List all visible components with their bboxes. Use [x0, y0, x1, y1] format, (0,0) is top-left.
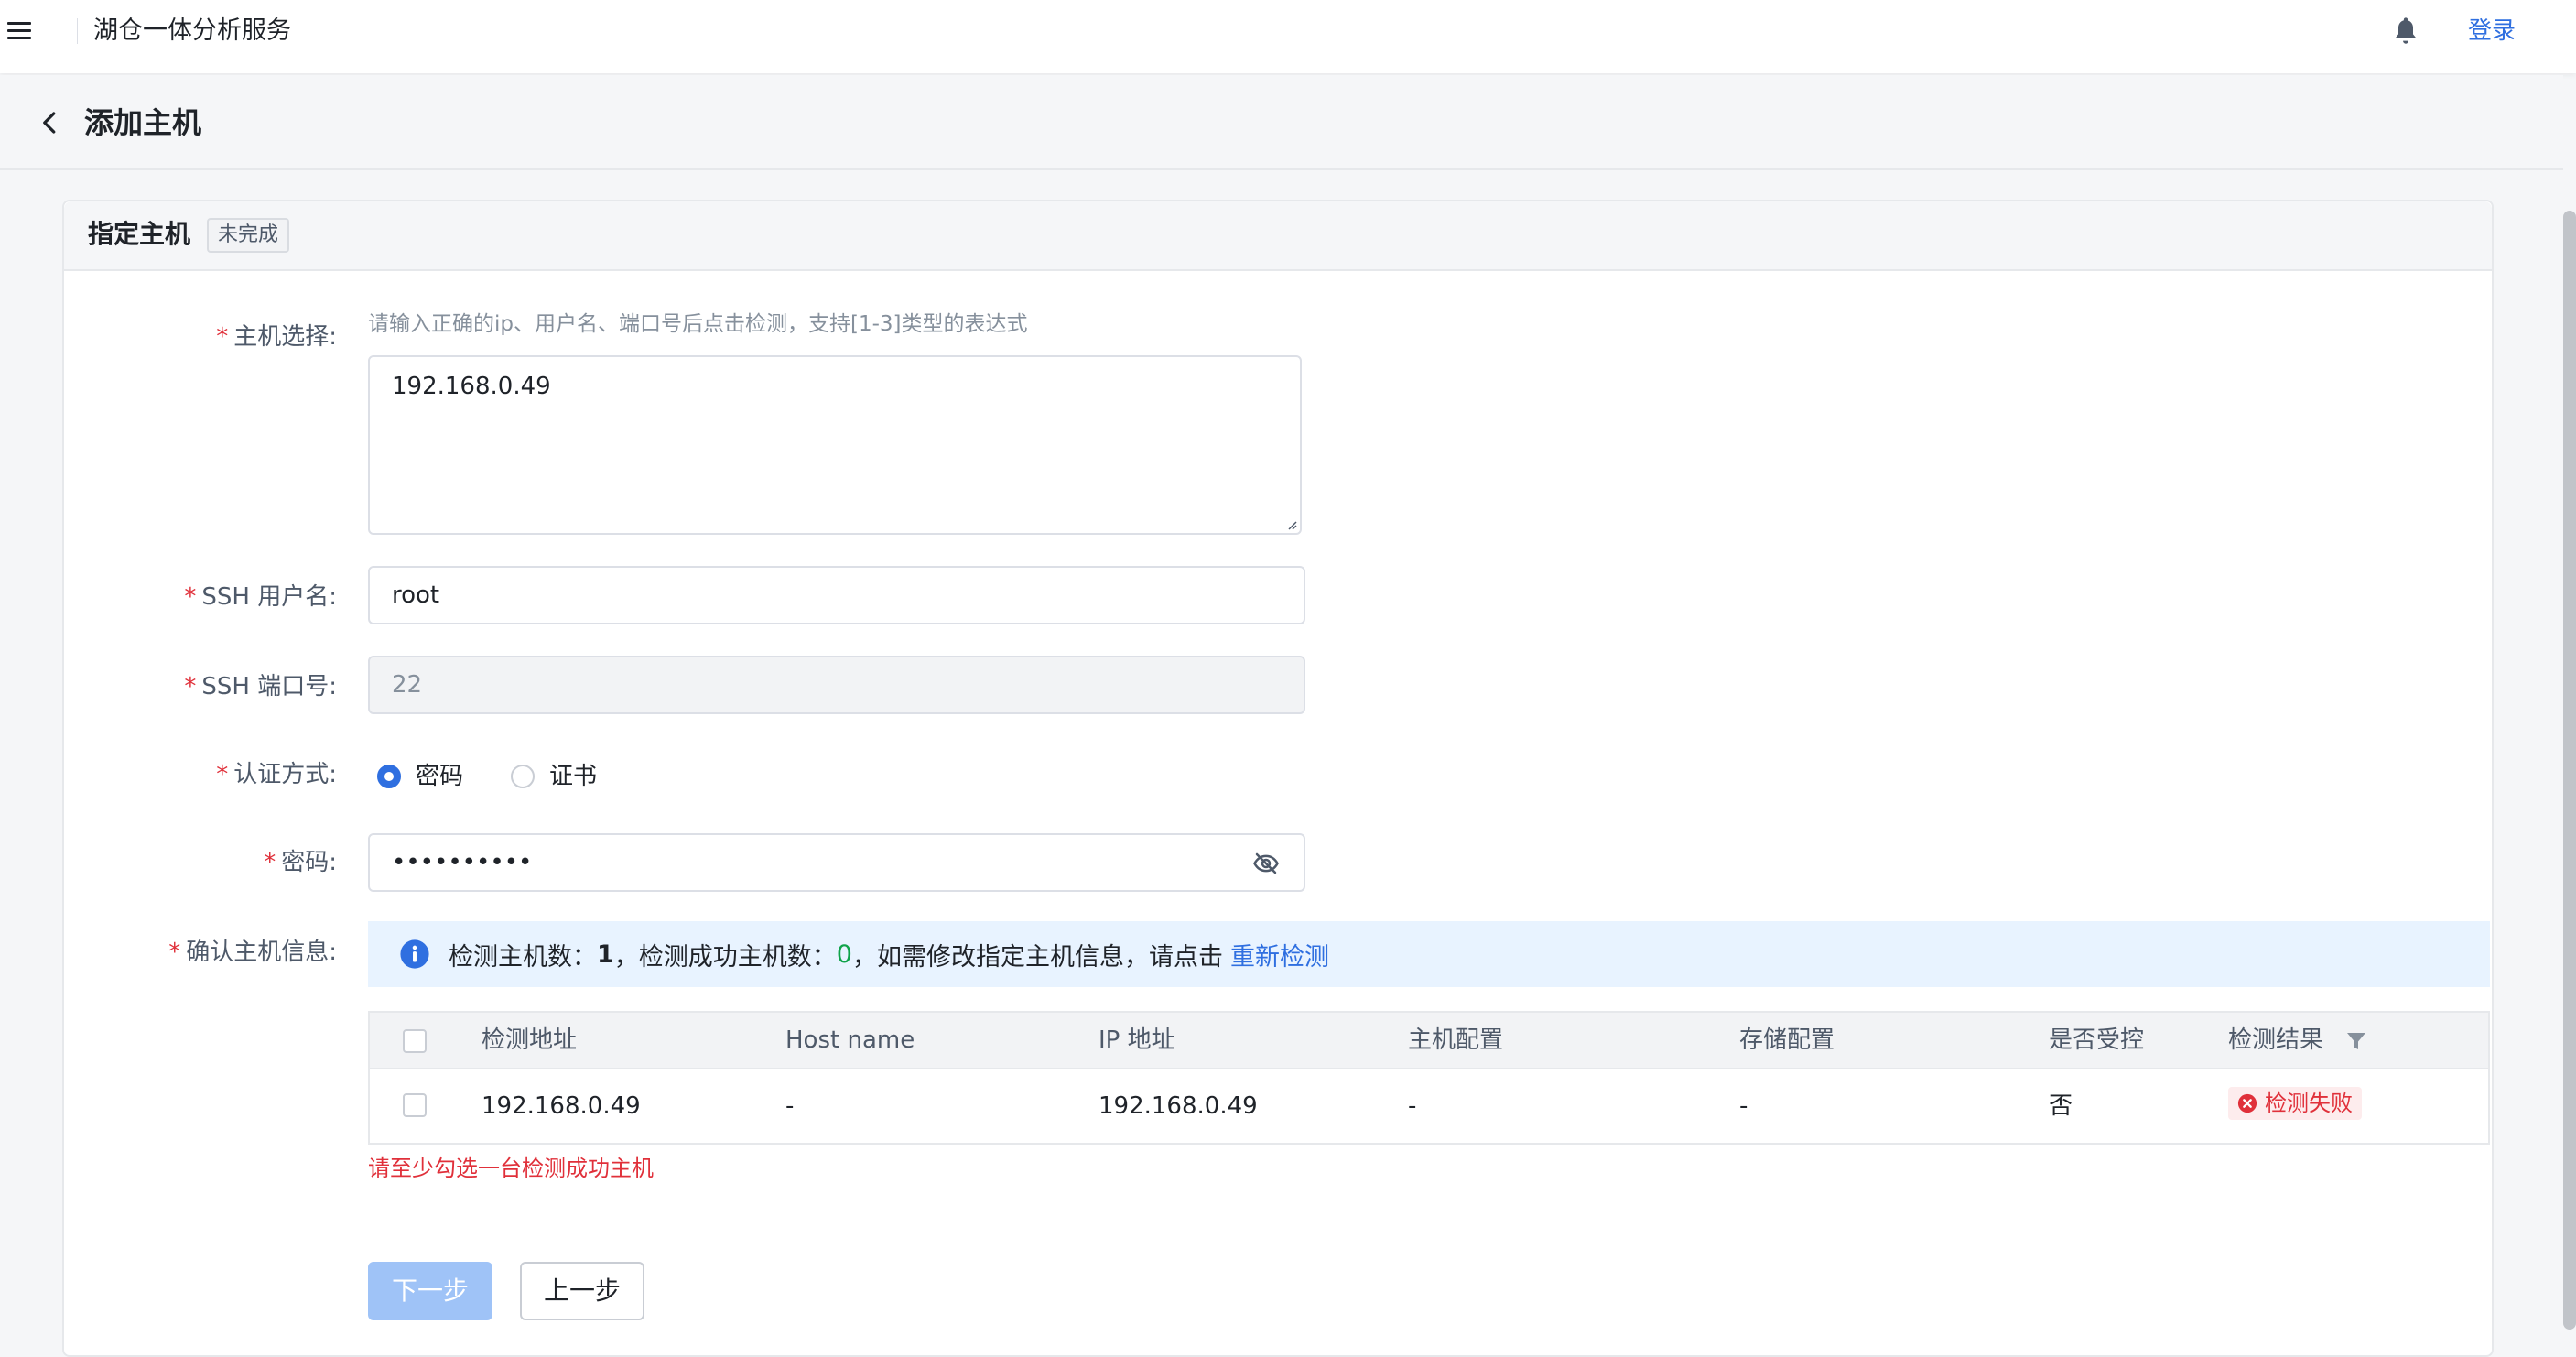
host-detection-table: 检测地址 Host name IP 地址 主机配置 存储配置 是否受控 检测结果… [368, 1011, 2490, 1145]
required-mark: * [184, 673, 197, 700]
detected-count: 1 [597, 939, 614, 969]
divider [77, 18, 78, 44]
host-textarea[interactable]: 192.168.0.49 [368, 355, 1302, 535]
resize-handle-icon[interactable] [1283, 516, 1298, 531]
col-storage-config: 存储配置 [1739, 1026, 1835, 1054]
required-mark: * [216, 761, 229, 788]
host-select-label: * 主机选择: [216, 323, 337, 351]
confirm-host-label: * 确认主机信息: [168, 939, 337, 966]
ssh-port-input[interactable]: 22 [368, 656, 1305, 714]
table-row: 192.168.0.49 - 192.168.0.49 - - 否 检测失败 [368, 1069, 2490, 1145]
table-header: 检测地址 Host name IP 地址 主机配置 存储配置 是否受控 检测结果 [368, 1011, 2490, 1069]
ssh-port-value: 22 [392, 671, 423, 699]
detect-failed-label: 检测失败 [2265, 1091, 2353, 1116]
top-bar: 湖仓一体分析服务 登录 [0, 0, 2576, 73]
ssh-username-input[interactable]: root [368, 566, 1305, 624]
alert-text-1: 检测主机数： [449, 942, 597, 972]
page-title: 添加主机 [84, 105, 202, 140]
next-step-button[interactable]: 下一步 [368, 1262, 492, 1320]
cell-hostname: - [785, 1092, 795, 1120]
ssh-username-value: root [392, 581, 440, 609]
prev-step-button[interactable]: 上一步 [520, 1262, 644, 1320]
password-label: * 密码: [264, 849, 337, 876]
required-mark: * [216, 323, 229, 351]
col-hostname: Host name [785, 1026, 915, 1054]
row-checkbox[interactable] [403, 1093, 427, 1117]
auth-radio-password-label: 密码 [416, 763, 464, 790]
required-mark: * [264, 849, 276, 876]
ssh-user-label: * SSH 用户名: [184, 583, 337, 611]
status-badge: 未完成 [207, 218, 290, 253]
required-mark: * [184, 583, 197, 611]
card-header: 指定主机 未完成 [64, 201, 2492, 271]
card-title: 指定主机 [88, 219, 191, 249]
required-mark: * [168, 939, 181, 966]
radio-selected-icon[interactable] [377, 765, 401, 788]
detect-failed-badge: 检测失败 [2228, 1087, 2362, 1120]
bell-icon[interactable] [2391, 15, 2420, 48]
cell-detect-result: 检测失败 [2228, 1069, 2362, 1143]
radio-unselected-icon[interactable] [511, 765, 535, 788]
host-textarea-value: 192.168.0.49 [392, 373, 551, 400]
ssh-port-label: * SSH 端口号: [184, 673, 337, 700]
cell-detect-address: 192.168.0.49 [482, 1092, 641, 1120]
info-icon [400, 939, 429, 969]
auth-radio-certificate-label: 证书 [549, 763, 598, 790]
page-header: 添加主机 [0, 75, 2563, 170]
col-detect-result-label: 检测结果 [2228, 1026, 2324, 1054]
col-detect-result: 检测结果 [2228, 1013, 2367, 1068]
alert-text-2: ，检测成功主机数： [613, 942, 837, 972]
app-title: 湖仓一体分析服务 [93, 16, 291, 45]
cell-ip-address: 192.168.0.49 [1099, 1092, 1258, 1120]
hamburger-menu-icon[interactable] [7, 22, 31, 46]
cell-controlled: 否 [2049, 1092, 2073, 1120]
auth-method-label: * 认证方式: [216, 761, 337, 788]
col-detect-address: 检测地址 [482, 1026, 578, 1054]
alert-text-3: ，如需修改指定主机信息，请点击 [851, 942, 1223, 972]
validation-error-text: 请至少勾选一台检测成功主机 [368, 1156, 654, 1181]
filter-icon[interactable] [2345, 1030, 2367, 1052]
col-ip-address: IP 地址 [1099, 1026, 1175, 1054]
close-circle-icon [2237, 1093, 2257, 1113]
select-all-checkbox[interactable] [403, 1029, 427, 1053]
col-host-config: 主机配置 [1408, 1026, 1504, 1054]
detection-info-alert: 检测主机数： 1 ，检测成功主机数： 0 ，如需修改指定主机信息，请点击 重新检… [368, 921, 2490, 987]
host-input-hint: 请输入正确的ip、用户名、端口号后点击检测，支持[1-3]类型的表达式 [368, 312, 1028, 336]
auth-radio-password[interactable]: 密码 [377, 758, 463, 795]
cell-host-config: - [1408, 1092, 1417, 1120]
eye-hidden-icon[interactable] [1252, 850, 1280, 877]
success-count: 0 [836, 939, 852, 969]
auth-radio-certificate[interactable]: 证书 [511, 758, 597, 795]
cell-storage-config: - [1739, 1092, 1748, 1120]
password-input[interactable]: •••••••••• [368, 833, 1305, 892]
page-scrollbar[interactable] [2563, 211, 2576, 1330]
login-link[interactable]: 登录 [2468, 13, 2516, 49]
password-value: •••••••••• [392, 849, 533, 876]
back-arrow-icon[interactable] [37, 108, 64, 137]
col-controlled: 是否受控 [2049, 1026, 2145, 1054]
redetect-link[interactable]: 重新检测 [1230, 937, 1329, 972]
